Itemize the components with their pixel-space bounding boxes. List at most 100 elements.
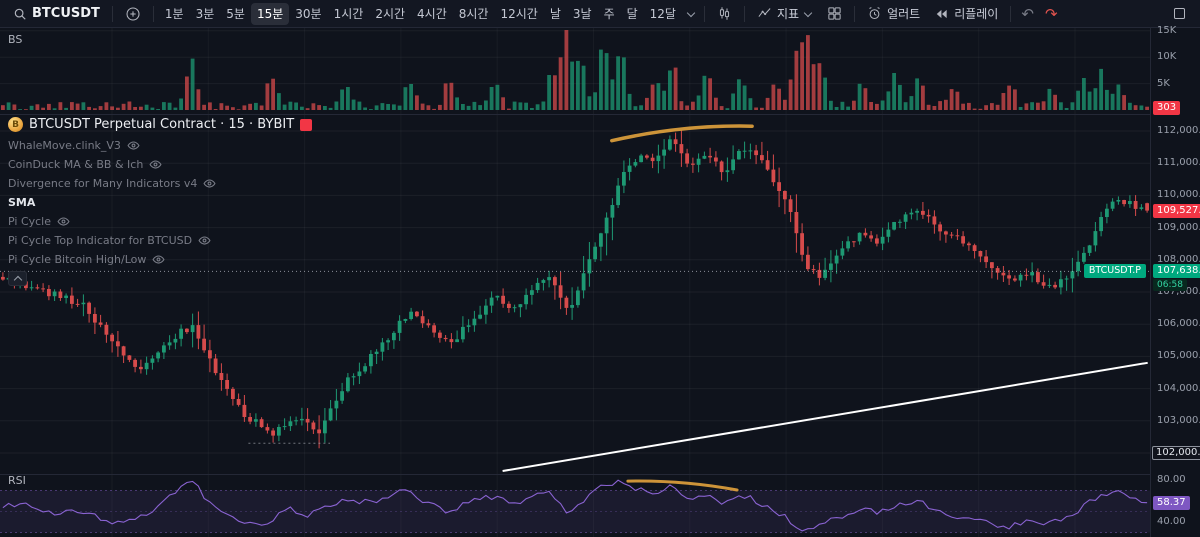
alert-label: 얼러트 [887,5,920,22]
toolbar-divider [112,6,113,22]
indicator-name: WhaleMove.clink_V3 [8,139,121,152]
indicator-name: Divergence for Many Indicators v4 [8,177,197,190]
interval-3분[interactable]: 3분 [190,3,221,25]
support-trendline [503,363,1148,471]
window-square-icon [1172,6,1187,21]
chart-style-button[interactable] [710,3,739,25]
candlestick-style-icon [717,6,732,21]
legend-item[interactable]: CoinDuck MA & BB & Ich [8,157,162,172]
visibility-eye-icon[interactable] [152,253,165,266]
undo-button[interactable]: ↶ [1016,3,1039,25]
exchange-logo-icon [300,119,312,131]
toolbar-divider [1010,6,1011,22]
chevron-down-icon [687,9,695,17]
price-axis-tick: 105,000.0 [1151,349,1200,363]
toolbar-divider [704,6,705,22]
interval-2시간[interactable]: 2시간 [369,3,411,25]
replay-button[interactable]: 리플레이 [928,3,1005,25]
top-toolbar: BTCUSDT 1분3분5분15분30분1시간2시간4시간8시간12시간날3날주… [0,0,1200,28]
volume-axis-tick: 10K [1151,50,1176,64]
chart-title-text: BTCUSDT Perpetual Contract · 15 · BYBIT [29,117,294,132]
rsi-axis-tick: 80.00 [1151,473,1186,487]
price-axis-tick: 112,000.0 [1151,124,1200,138]
visibility-eye-icon[interactable] [127,139,140,152]
legend-collapse-button[interactable] [8,271,27,286]
layout-grid-button[interactable] [820,3,849,25]
toolbar-divider [854,6,855,22]
interval-4시간[interactable]: 4시간 [411,3,453,25]
rsi-pane-label[interactable]: RSI [8,474,26,487]
indicators-icon [757,6,772,21]
price-axis-tick: 106,000.0 [1151,317,1200,331]
indicators-button[interactable]: 지표 [750,3,819,25]
rsi-value-badge: 58.37 [1153,496,1190,510]
legend-item[interactable]: SMA [8,195,35,210]
interval-dropdown-button[interactable] [683,3,699,25]
volume-last-value-badge: 303 [1153,101,1180,115]
interval-30분[interactable]: 30분 [289,3,327,25]
volume-axis-tick: 15K [1151,24,1176,38]
indicator-name: Pi Cycle Bitcoin High/Low [8,253,146,266]
visibility-eye-icon[interactable] [57,215,70,228]
redo-button[interactable]: ↷ [1040,3,1063,25]
interval-button-group: 1분3분5분15분30분1시간2시간4시간8시간12시간날3날주달12달 [159,3,682,25]
interval-1시간[interactable]: 1시간 [328,3,370,25]
interval-12달[interactable]: 12달 [644,3,682,25]
pane-separator[interactable] [0,114,1200,115]
interval-3날[interactable]: 3날 [567,3,598,25]
bar-close-countdown: 06:58 [1153,279,1187,291]
price-axis-tick: 109,000.0 [1151,221,1200,235]
indicators-label: 지표 [777,5,799,22]
alert-button[interactable]: 얼러트 [860,3,927,25]
interval-1분[interactable]: 1분 [159,3,190,25]
interval-15분[interactable]: 15분 [251,3,289,25]
legend-item[interactable]: Pi Cycle Bitcoin High/Low [8,252,165,267]
chart-canvas[interactable] [0,28,1150,537]
legend-item[interactable]: WhaleMove.clink_V3 [8,138,140,153]
toolbar-divider [153,6,154,22]
indicator-name: SMA [8,196,35,209]
trading-chart-app: BTCUSDT 1분3분5분15분30분1시간2시간4시간8시간12시간날3날주… [0,0,1200,537]
price-level-label: 102,000.0 [1152,446,1200,460]
alarm-clock-icon [867,6,882,21]
price-scale[interactable]: 15K10K5K303112,000.0111,000.0110,000.010… [1150,28,1200,537]
compare-add-symbol-button[interactable] [118,3,148,25]
price-axis-tick: 103,000.0 [1151,414,1200,428]
symbol-name: BTCUSDT [32,6,100,21]
symbol-price-mark-label: BTCUSDT.P [1084,264,1146,278]
price-axis-tick: 110,000.0 [1151,188,1200,202]
bitcoin-coin-icon: B [8,117,23,132]
price-axis-tick: 104,000.0 [1151,382,1200,396]
chevron-down-icon [804,9,812,17]
search-icon [13,7,27,21]
chart-region: BS B BTCUSDT Perpetual Contract · 15 · B… [0,28,1200,537]
window-layout-button[interactable] [1165,3,1194,25]
orange-trendline-rsi [628,481,737,490]
symbol-search-button[interactable]: BTCUSDT [6,3,107,25]
rsi-axis-tick: 40.00 [1151,515,1186,529]
visibility-eye-icon[interactable] [198,234,211,247]
last-price-badge: 109,527.0 [1153,204,1200,218]
legend-item[interactable]: Pi Cycle [8,214,70,229]
volume-axis-tick: 5K [1151,77,1170,91]
legend-item[interactable]: Divergence for Many Indicators v4 [8,176,216,191]
replay-rewind-icon [935,7,949,21]
interval-8시간[interactable]: 8시간 [453,3,495,25]
volume-pane-label[interactable]: BS [8,33,22,46]
pane-separator[interactable] [0,474,1200,475]
interval-달[interactable]: 달 [621,3,644,25]
interval-5분[interactable]: 5분 [220,3,251,25]
visibility-eye-icon[interactable] [203,177,216,190]
price-axis-tick: 111,000.0 [1151,156,1200,170]
orange-trendline-main [612,126,752,141]
legend-item[interactable]: Pi Cycle Top Indicator for BTCUSD [8,233,211,248]
visibility-eye-icon[interactable] [149,158,162,171]
interval-날[interactable]: 날 [544,3,567,25]
interval-12시간[interactable]: 12시간 [494,3,543,25]
indicator-name: Pi Cycle [8,215,51,228]
mark-price-badge: 107,638.7 [1153,264,1200,278]
toolbar-divider [744,6,745,22]
indicator-name: CoinDuck MA & BB & Ich [8,158,143,171]
replay-label: 리플레이 [954,5,998,22]
interval-주[interactable]: 주 [598,3,621,25]
